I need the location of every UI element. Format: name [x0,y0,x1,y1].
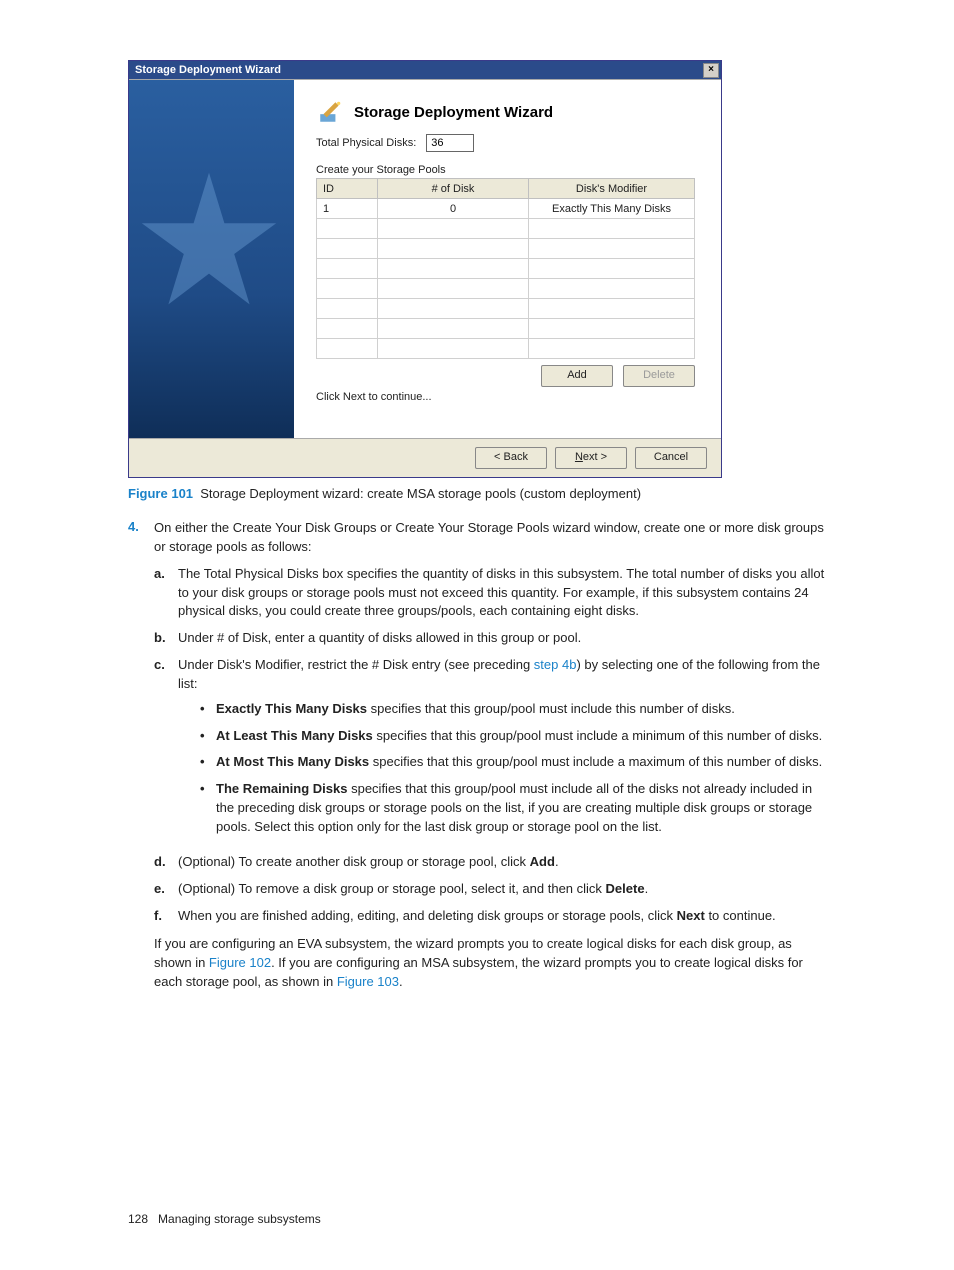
table-row[interactable]: 1 0 Exactly This Many Disks [317,199,695,219]
substep-b-num: b. [154,629,178,648]
col-disks-modifier: Disk's Modifier [529,179,695,199]
substep-d-num: d. [154,853,178,872]
total-disks-label: Total Physical Disks: [316,137,416,149]
figure-caption: Figure 101 Storage Deployment wizard: cr… [128,486,826,501]
star-graphic [139,170,279,310]
next-hint: Click Next to continue... [316,391,695,403]
table-row[interactable] [317,339,695,359]
delete-button[interactable]: Delete [623,365,695,387]
col-id: ID [317,179,378,199]
bullet-exactly-label: Exactly This Many Disks [216,701,367,716]
bullet-atleast-label: At Least This Many Disks [216,728,373,743]
total-disks-input[interactable] [426,134,474,152]
back-button[interactable]: < Back [475,447,547,469]
add-button[interactable]: Add [541,365,613,387]
add-bold: Add [530,854,555,869]
storage-deployment-wizard-dialog: Storage Deployment Wizard × Storage Depl… [128,60,722,478]
tail-paragraph: If you are configuring an EVA subsystem,… [154,935,826,992]
figure-text: Storage Deployment wizard: create MSA st… [200,486,641,501]
figure-label: Figure 101 [128,486,193,501]
wizard-side-art [129,80,294,438]
table-row[interactable] [317,259,695,279]
bullet-exactly-desc: specifies that this group/pool must incl… [367,701,735,716]
substep-a-num: a. [154,565,178,622]
table-row[interactable] [317,299,695,319]
substep-c-num: c. [154,656,178,845]
table-row[interactable] [317,239,695,259]
figure-102-link[interactable]: Figure 102 [209,955,271,970]
wizard-icon [316,98,344,126]
dialog-title: Storage Deployment Wizard [135,64,281,76]
dialog-titlebar: Storage Deployment Wizard × [129,61,721,79]
substep-f-num: f. [154,907,178,926]
table-row[interactable] [317,279,695,299]
cancel-button[interactable]: Cancel [635,447,707,469]
step4-intro: On either the Create Your Disk Groups or… [154,520,824,554]
step-number: 4. [128,519,154,992]
next-button[interactable]: Next > [555,447,627,469]
step4b-link[interactable]: step 4b [534,657,577,672]
table-row[interactable] [317,319,695,339]
col-num-disk: # of Disk [378,179,529,199]
substep-e-num: e. [154,880,178,899]
next-bold: Next [677,908,705,923]
bullet-atleast-desc: specifies that this group/pool must incl… [373,728,822,743]
delete-bold: Delete [606,881,645,896]
substep-b-text: Under # of Disk, enter a quantity of dis… [178,629,826,648]
close-icon[interactable]: × [703,63,719,78]
wizard-heading: Storage Deployment Wizard [354,104,553,121]
substep-a-text: The Total Physical Disks box specifies t… [178,565,826,622]
substep-c-pre: Under Disk's Modifier, restrict the # Di… [178,657,534,672]
bullet-atmost-desc: specifies that this group/pool must incl… [369,754,822,769]
footer-section: Managing storage subsystems [158,1212,321,1226]
table-row[interactable] [317,219,695,239]
figure-103-link[interactable]: Figure 103 [337,974,399,989]
page-footer: 128 Managing storage subsystems [128,1212,826,1226]
create-pools-subhead: Create your Storage Pools [316,164,695,176]
page-number: 128 [128,1212,148,1226]
bullet-atmost-label: At Most This Many Disks [216,754,369,769]
bullet-remaining-label: The Remaining Disks [216,781,347,796]
storage-pools-table[interactable]: ID # of Disk Disk's Modifier 1 0 Exactly… [316,178,695,359]
